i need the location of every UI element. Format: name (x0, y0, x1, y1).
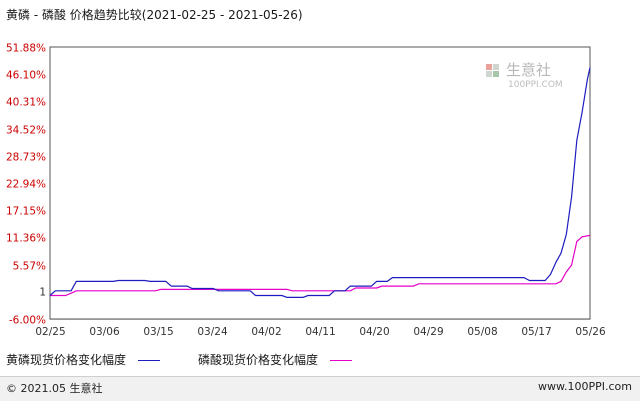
footer-copyright: © 2021.05 生意社 (6, 382, 103, 395)
y-tick-label: 28.73% (6, 152, 46, 164)
y-tick-label: 1 (39, 287, 46, 299)
y-tick-label: -6.00% (9, 315, 46, 327)
watermark-url: 100PPI.COM (508, 80, 563, 90)
watermark: 生意社 100PPI.COM (482, 54, 578, 94)
y-tick-label: 17.15% (6, 206, 46, 218)
footer-bar: © 2021.05 生意社 www.100PPI.com (0, 376, 640, 401)
y-tick-label: 40.31% (6, 97, 46, 109)
x-tick-label: 05/17 (521, 326, 551, 338)
legend-label-series2: 磷酸现货价格变化幅度 (198, 353, 319, 367)
legend-swatch-series2 (329, 360, 352, 361)
watermark-logo-icon: 生意社 100PPI.COM (486, 61, 563, 90)
legend-swatch-series1 (137, 360, 160, 361)
x-tick-label: 03/06 (89, 326, 120, 338)
y-tick-label: 22.94% (6, 179, 46, 191)
watermark-text: 生意社 (506, 61, 551, 79)
y-tick-label: 11.36% (6, 233, 46, 245)
x-tick-label: 03/15 (143, 326, 173, 338)
x-tick-label: 04/20 (359, 326, 389, 338)
legend-item-series1: 黄磷现货价格变化幅度 (6, 351, 160, 368)
footer-site-link[interactable]: www.100PPI.com (538, 380, 632, 393)
chart: 黄磷 - 磷酸 价格趋势比较(2021-02-25 - 2021-05-26) … (0, 0, 640, 401)
legend-label-series1: 黄磷现货价格变化幅度 (6, 353, 127, 367)
x-tick-label: 05/26 (575, 326, 606, 338)
x-tick-label: 05/08 (467, 326, 497, 338)
y-tick-label: 5.57% (13, 261, 46, 273)
y-tick-label: 46.10% (6, 70, 46, 82)
x-tick-label: 04/11 (305, 326, 335, 338)
y-tick-label: 51.88% (6, 43, 46, 55)
legend-item-series2: 磷酸现货价格变化幅度 (198, 351, 352, 368)
y-tick-label: 34.52% (6, 125, 46, 137)
x-tick-label: 04/29 (413, 326, 443, 338)
x-tick-label: 02/25 (35, 326, 65, 338)
x-tick-label: 03/24 (197, 326, 228, 338)
x-tick-label: 04/02 (251, 326, 281, 338)
